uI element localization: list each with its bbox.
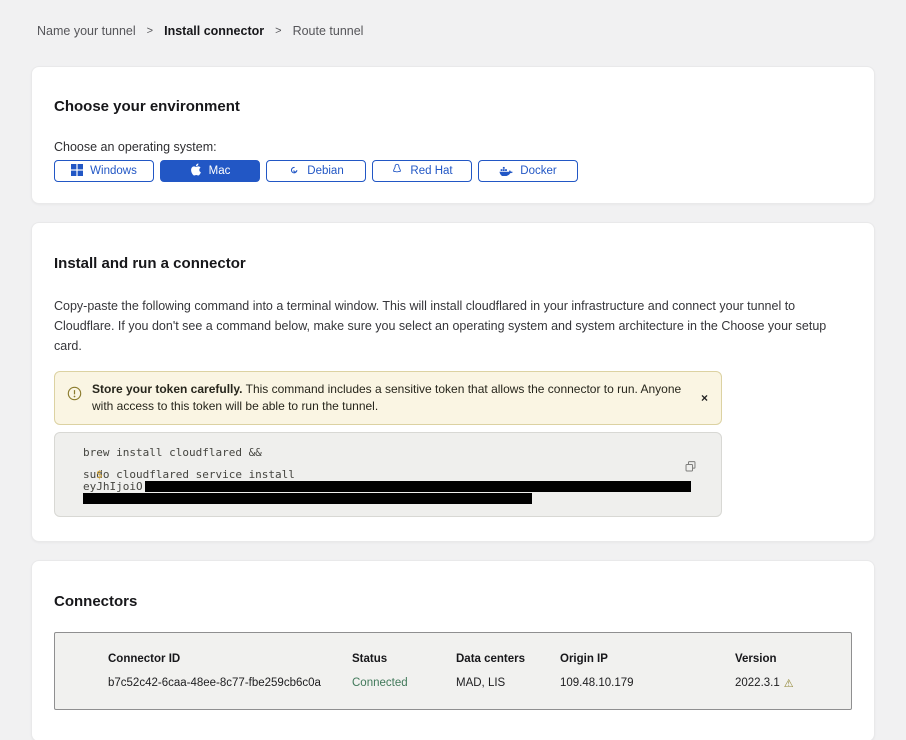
alert-circle-icon [67,386,82,415]
install-card-title: Install and run a connector [54,255,852,272]
warning-triangle-icon: ⚠ [784,677,794,690]
os-button-group: Windows Mac Debian Red Hat [54,160,852,182]
status-badge: Connected [352,677,456,690]
docker-whale-icon [499,164,513,179]
breadcrumb-separator: > [147,25,153,37]
token-warning-banner: Store your token carefully. This command… [54,371,722,425]
os-button-mac[interactable]: Mac [160,160,260,182]
data-centers-value: MAD, LIS [456,677,560,690]
os-button-windows[interactable]: Windows [54,160,154,182]
header-data-centers: Data centers [456,653,560,665]
redacted-token-bar [145,481,691,492]
os-button-redhat[interactable]: Red Hat [372,160,472,182]
os-button-label: Windows [90,165,137,177]
connectors-card-title: Connectors [54,593,852,610]
header-status: Status [352,653,456,665]
connectors-table-header: Connector ID Status Data centers Origin … [108,653,851,665]
copy-icon[interactable] [684,460,697,476]
environment-card: Choose your environment Choose an operat… [31,66,875,204]
header-origin-ip: Origin IP [560,653,735,665]
connectors-card: Connectors Connector ID Status Data cent… [31,560,875,740]
breadcrumb-install-connector[interactable]: Install connector [164,24,264,38]
redacted-token-bar [83,493,532,504]
os-button-label: Debian [307,165,343,177]
token-warning-bold: Store your token carefully. [92,382,243,396]
redhat-linux-icon [391,163,403,179]
header-connector-id: Connector ID [108,653,352,665]
origin-ip-value: 109.48.10.179 [560,677,735,690]
version-number: 2022.3.1 [735,677,780,689]
connectors-table: Connector ID Status Data centers Origin … [54,632,852,710]
debian-swirl-icon [288,164,300,179]
code-line-sudo: sudo cloudflared service install [83,469,693,481]
install-connector-card: Install and run a connector Copy-paste t… [31,222,875,542]
install-description: Copy-paste the following command into a … [54,296,848,356]
apple-logo-icon [190,163,202,179]
connector-id-value: b7c52c42-6caa-48ee-8c77-fbe259cb6c0a [108,677,352,690]
token-warning-text: Store your token carefully. This command… [92,381,687,415]
os-button-label: Docker [520,165,556,177]
environment-card-title: Choose your environment [54,98,852,115]
windows-logo-icon [71,164,83,179]
version-value: 2022.3.1 ⚠ [735,677,851,690]
os-button-docker[interactable]: Docker [478,160,578,182]
os-button-label: Red Hat [410,165,452,177]
token-prefix: eyJhIjoiO [83,481,143,493]
breadcrumb: Name your tunnel > Install connector > R… [0,0,906,38]
breadcrumb-separator: > [275,25,281,37]
code-line-brew: brew install cloudflared && [83,447,693,459]
close-icon[interactable]: × [701,391,708,405]
os-button-debian[interactable]: Debian [266,160,366,182]
os-select-label: Choose an operating system: [54,140,852,154]
breadcrumb-route-tunnel[interactable]: Route tunnel [293,24,364,38]
install-command-codeblock: brew install cloudflared && $ sudo cloud… [54,432,722,517]
table-row: b7c52c42-6caa-48ee-8c77-fbe259cb6c0a Con… [108,677,851,690]
shell-prompt: $ [96,469,103,481]
breadcrumb-name-your-tunnel[interactable]: Name your tunnel [37,24,136,38]
os-button-label: Mac [209,165,231,177]
header-version: Version [735,653,851,665]
